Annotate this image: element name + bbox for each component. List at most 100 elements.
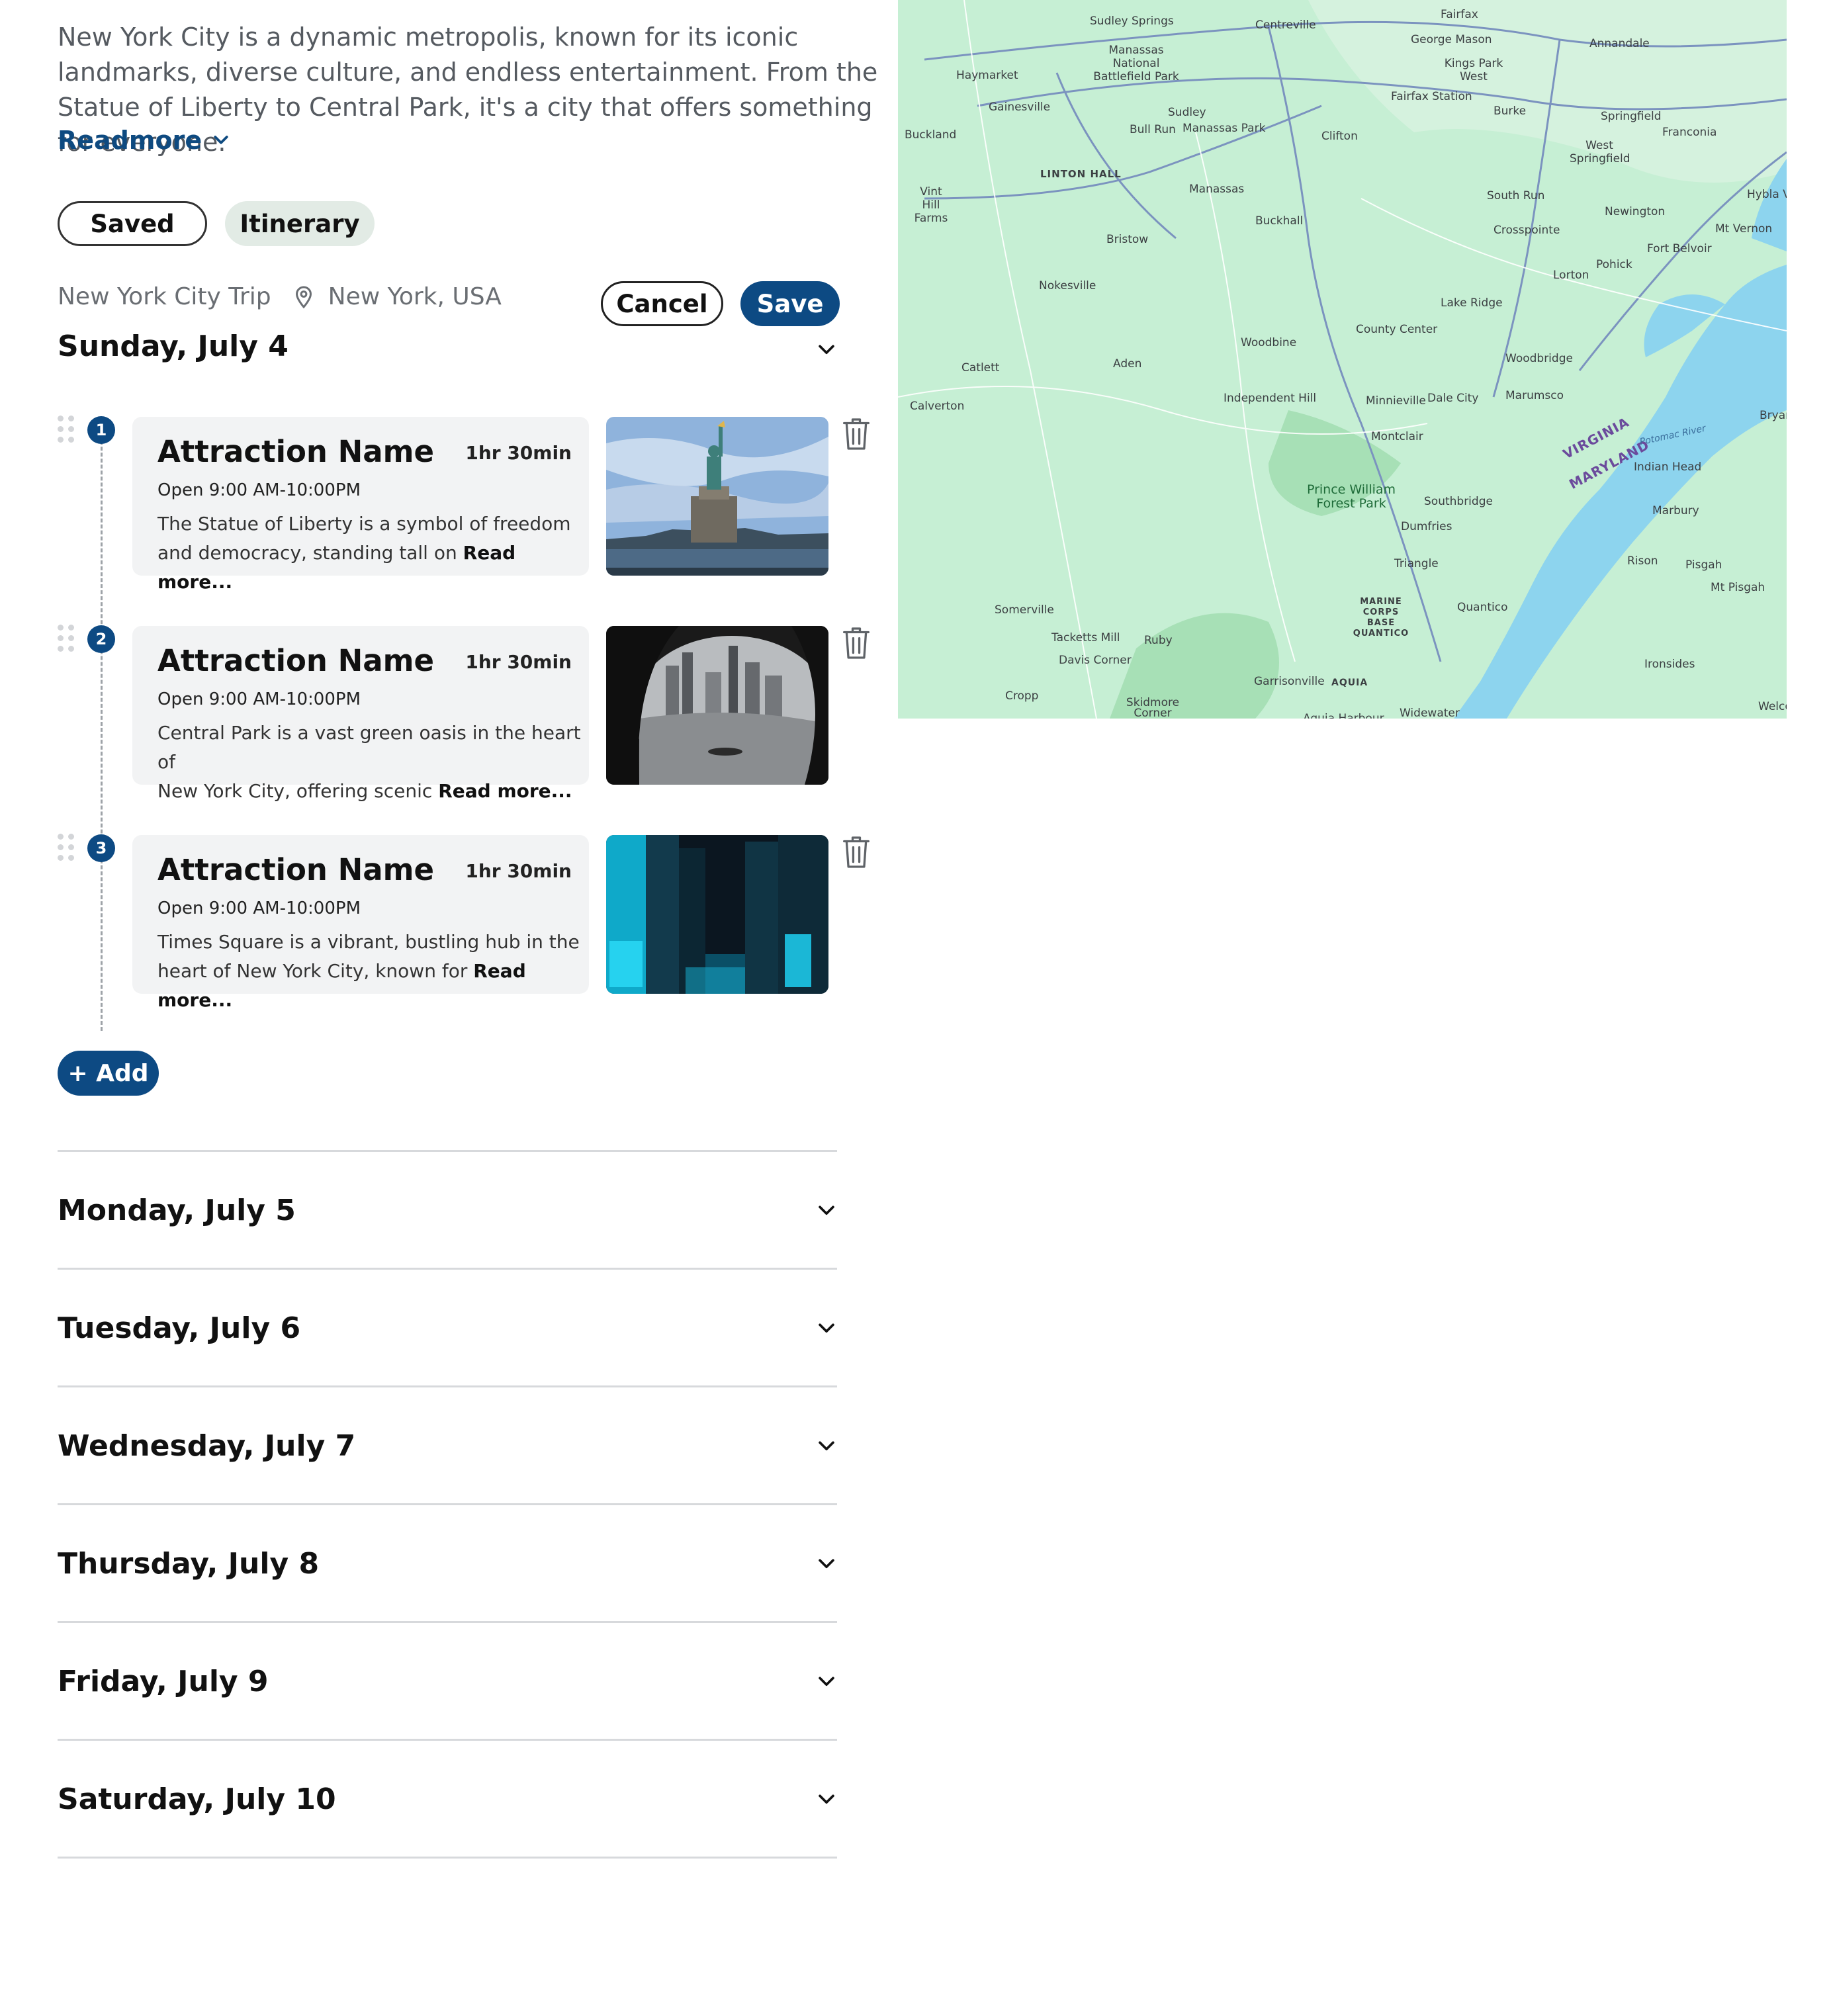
add-attraction-button[interactable]: + Add <box>58 1051 159 1096</box>
attraction-card[interactable]: Attraction Name 1hr 30min Open 9:00 AM-1… <box>132 626 589 802</box>
tab-itinerary[interactable]: Itinerary <box>225 201 375 246</box>
map-place-label: Lorton <box>1553 269 1589 282</box>
times-square-photo <box>606 835 828 994</box>
map-place-label: Burke <box>1494 105 1527 118</box>
divider <box>58 1739 837 1741</box>
item-number-badge: 3 <box>87 834 115 862</box>
trash-icon[interactable] <box>842 834 871 871</box>
map-place-label: Prince William Forest Park <box>1306 482 1396 511</box>
divider <box>58 1857 837 1859</box>
map-place-label: Marumsco <box>1505 389 1564 402</box>
attraction-hours: Open 9:00 AM-10:00PM <box>157 898 361 918</box>
map-place-label: Somerville <box>995 603 1054 617</box>
map-place-label: Annandale <box>1589 37 1650 50</box>
map-place-label: Pisgah <box>1685 558 1722 572</box>
map-place-label: Dale City <box>1427 392 1479 405</box>
drag-handle-icon[interactable] <box>58 834 75 861</box>
map-place-label: Mt Vernon <box>1715 222 1773 236</box>
map-place-label: Quantico <box>1457 601 1508 614</box>
day-row-monday[interactable]: Monday, July 5 <box>58 1194 296 1227</box>
map-place-label: Newington <box>1605 205 1666 218</box>
map-place-label: Southbridge <box>1424 495 1493 508</box>
day-row-wednesday[interactable]: Wednesday, July 7 <box>58 1429 355 1463</box>
map-place-label: Ruby <box>1144 634 1173 647</box>
chevron-down-icon[interactable] <box>815 1200 838 1222</box>
trash-icon[interactable] <box>842 416 871 453</box>
divider <box>58 1385 837 1387</box>
map-place-label: Springfield <box>1601 110 1662 123</box>
map-view[interactable]: Sudley Springs Centreville Fairfax Georg… <box>898 0 1787 719</box>
map-place-label: Tacketts Mill <box>1051 631 1120 644</box>
attraction-name: Attraction Name <box>157 434 435 469</box>
desc-line: Central Park is a vast green oasis in th… <box>157 722 581 773</box>
chevron-down-icon[interactable] <box>815 1671 838 1693</box>
map-place-label: Cropp <box>1005 689 1039 703</box>
map-place-label: Montclair <box>1371 430 1423 443</box>
desc-line: New York City, offering scenic <box>157 780 433 802</box>
tab-saved[interactable]: Saved <box>58 201 207 246</box>
day-row-tuesday[interactable]: Tuesday, July 6 <box>58 1311 300 1345</box>
map-place-label: Kings Park West <box>1444 57 1503 83</box>
map-place-label: South Run <box>1487 189 1545 202</box>
chevron-down-icon[interactable] <box>815 1788 838 1811</box>
trash-icon[interactable] <box>842 625 871 662</box>
desc-line: Times Square is a vibrant, bustling hub … <box>157 931 580 953</box>
map-place-label: Catlett <box>961 361 1000 374</box>
map-place-label: Haymarket <box>956 69 1018 82</box>
attraction-card[interactable]: Attraction Name 1hr 30min Open 9:00 AM-1… <box>132 417 589 593</box>
read-more-link[interactable]: Read more... <box>438 780 572 802</box>
item-number-badge: 2 <box>87 625 115 653</box>
desc-line: and democracy, standing tall on <box>157 542 457 564</box>
attraction-name: Attraction Name <box>157 643 435 678</box>
day-row-thursday[interactable]: Thursday, July 8 <box>58 1547 319 1581</box>
chevron-down-icon[interactable] <box>815 1435 838 1458</box>
attraction-description: Times Square is a vibrant, bustling hub … <box>157 928 581 1015</box>
readmore-link[interactable]: Readmore <box>58 126 231 155</box>
map-place-label: Fairfax Station <box>1391 90 1472 103</box>
chevron-down-icon[interactable] <box>815 1553 838 1575</box>
map-place-label: Clifton <box>1321 130 1358 143</box>
map-place-label: West Springfield <box>1570 139 1630 165</box>
attraction-hours: Open 9:00 AM-10:00PM <box>157 480 361 500</box>
item-number-badge: 1 <box>87 416 115 444</box>
drag-handle-icon[interactable] <box>58 416 75 443</box>
map-place-label: Gainesville <box>989 101 1051 114</box>
day-row-saturday[interactable]: Saturday, July 10 <box>58 1782 336 1816</box>
map-place-label: Hybla V <box>1747 188 1787 201</box>
map-place-label: Widewater <box>1400 707 1460 719</box>
drag-handle-icon[interactable] <box>58 625 75 652</box>
day-heading-sunday[interactable]: Sunday, July 4 <box>58 329 289 363</box>
map-place-label: Aden <box>1113 357 1142 371</box>
map-place-label: Fort Belvoir <box>1647 242 1712 255</box>
save-button[interactable]: Save <box>740 281 840 326</box>
readmore-label: Readmore <box>58 126 202 155</box>
map-place-label: AQUIA <box>1331 678 1368 688</box>
trip-location: New York, USA <box>328 283 502 310</box>
attraction-card[interactable]: Attraction Name 1hr 30min Open 9:00 AM-1… <box>132 835 589 1011</box>
map-place-label: Rison <box>1627 554 1658 568</box>
chevron-down-icon <box>214 136 228 144</box>
map-place-label: Buckland <box>905 128 957 142</box>
map-place-label: Bull Run <box>1130 123 1176 136</box>
attraction-description: Central Park is a vast green oasis in th… <box>157 719 581 806</box>
map-place-label: Bristow <box>1106 233 1149 246</box>
map-place-label: Crosspointe <box>1494 224 1560 237</box>
attraction-hours: Open 9:00 AM-10:00PM <box>157 689 361 709</box>
chevron-down-icon[interactable] <box>815 339 838 361</box>
cancel-button[interactable]: Cancel <box>601 281 723 326</box>
map-place-label: LINTON HALL <box>1040 168 1122 180</box>
location-pin-icon <box>295 285 312 308</box>
map-place-label: County Center <box>1356 323 1438 336</box>
map-place-label: Independent Hill <box>1224 392 1317 405</box>
map-place-label: MARINE CORPS BASE QUANTICO <box>1353 597 1409 638</box>
map-place-label: Mt Pisgah <box>1711 581 1765 594</box>
map-place-label: Manassas <box>1189 183 1245 196</box>
map-place-label: Franconia <box>1662 126 1717 139</box>
attraction-name: Attraction Name <box>157 852 435 887</box>
divider <box>58 1621 837 1623</box>
central-park-photo <box>606 626 828 785</box>
chevron-down-icon[interactable] <box>815 1317 838 1340</box>
day-row-friday[interactable]: Friday, July 9 <box>58 1665 269 1698</box>
map-place-label: Indian Head <box>1634 460 1702 474</box>
map-place-label: Manassas Park <box>1182 122 1266 135</box>
